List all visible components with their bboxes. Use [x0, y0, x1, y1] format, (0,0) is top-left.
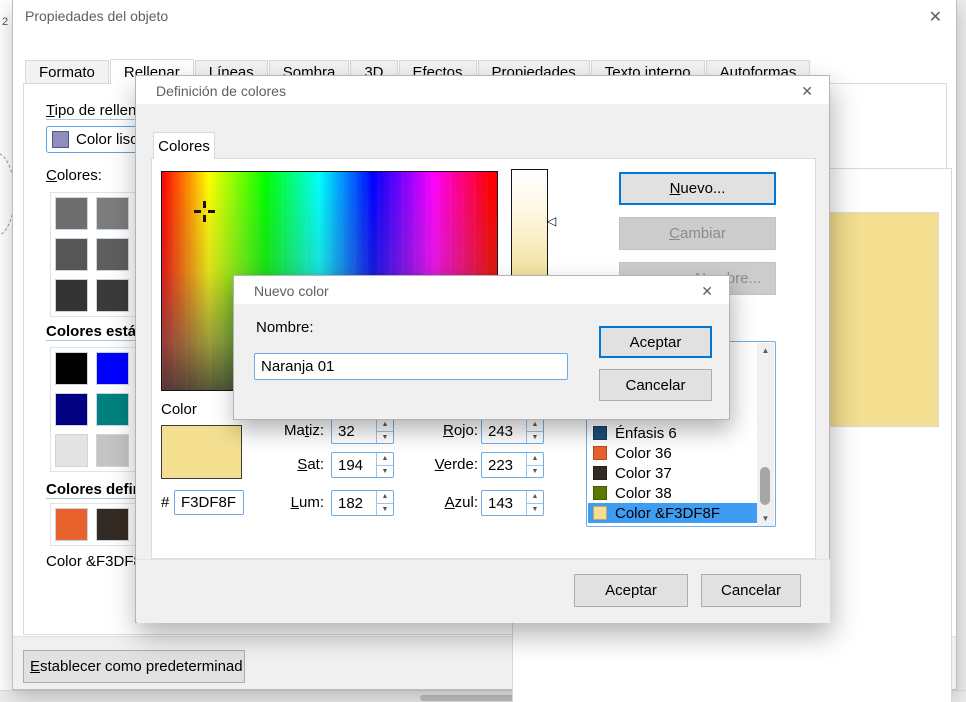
list-scroll-thumb[interactable]: [760, 467, 770, 505]
new-color-dialog: Nuevo color ✕ Nombre: Aceptar Cancelar: [233, 275, 730, 420]
crosshair-marker: [194, 210, 201, 213]
new-color-title: Nuevo color: [254, 283, 329, 299]
color-swatch[interactable]: [96, 393, 129, 426]
rojo-down-button[interactable]: ▼: [527, 432, 543, 444]
close-icon[interactable]: ✕: [801, 83, 813, 100]
azul-spinner[interactable]: 143▲▼: [481, 490, 544, 516]
color-list-item[interactable]: Color 36: [588, 443, 757, 463]
azul-up-button[interactable]: ▲: [527, 491, 543, 504]
lum-value: 182: [332, 491, 376, 515]
color-list-item[interactable]: Énfasis 6: [588, 423, 757, 443]
tab-colores[interactable]: Colores: [153, 132, 215, 159]
color-swatch[interactable]: [55, 393, 88, 426]
luminance-slider-icon[interactable]: ◁: [547, 215, 556, 227]
crosshair-marker: [208, 210, 215, 213]
color-name-input[interactable]: [254, 353, 568, 380]
properties-dialog-title: Propiedades del objeto: [25, 8, 168, 24]
list-item-color-swatch: [593, 446, 607, 460]
close-icon[interactable]: ✕: [701, 283, 713, 300]
sat-label: Sat:: [226, 456, 324, 473]
verde-spinner[interactable]: 223▲▼: [481, 452, 544, 478]
azul-label: Azul:: [376, 494, 478, 511]
verde-value: 223: [482, 453, 526, 477]
color-list-item[interactable]: Color 38: [588, 483, 757, 503]
ruler-label: 2: [2, 16, 8, 28]
hex-prefix: #: [161, 494, 169, 511]
fill-type-color-swatch: [52, 131, 69, 148]
verde-up-button[interactable]: ▲: [527, 453, 543, 466]
list-item-color-swatch: [593, 426, 607, 440]
list-item-label: Color 38: [615, 485, 672, 502]
list-item-color-swatch: [593, 506, 607, 520]
colors-label: Colores:: [46, 167, 102, 184]
color-swatch[interactable]: [55, 238, 88, 271]
list-item-label: Color 37: [615, 465, 672, 482]
list-item-label: Color 36: [615, 445, 672, 462]
verde-label: Verde:: [376, 456, 478, 473]
color-definition-cancel-button[interactable]: Cancelar: [701, 574, 801, 607]
color-swatch[interactable]: [55, 508, 88, 541]
color-definition-title: Definición de colores: [156, 83, 286, 99]
lum-label: Lum:: [226, 494, 324, 511]
color-swatch[interactable]: [96, 508, 129, 541]
set-default-button[interactable]: Establecer como predeterminad: [23, 650, 245, 683]
matiz-label: Matiz:: [226, 422, 324, 439]
new-color-cancel-button[interactable]: Cancelar: [599, 369, 712, 401]
color-swatch[interactable]: [96, 279, 129, 312]
crosshair-marker: [203, 215, 206, 222]
color-list-item[interactable]: Color &F3DF8F: [588, 503, 757, 523]
color-label: Color: [161, 401, 197, 418]
verde-down-button[interactable]: ▼: [527, 466, 543, 478]
name-label: Nombre:: [256, 319, 314, 336]
color-swatch[interactable]: [96, 352, 129, 385]
list-item-color-swatch: [593, 486, 607, 500]
rojo-up-button[interactable]: ▲: [527, 419, 543, 432]
color-list-item[interactable]: Color 37: [588, 463, 757, 483]
fill-type-value: Color liso: [76, 131, 139, 148]
list-scrollbar[interactable]: ▲ ▼: [757, 343, 774, 526]
new-color-ok-button[interactable]: Aceptar: [599, 326, 712, 358]
rojo-spinner[interactable]: 243▲▼: [481, 418, 544, 444]
scroll-up-icon[interactable]: ▲: [757, 343, 774, 358]
color-swatch[interactable]: [55, 197, 88, 230]
color-definition-ok-button[interactable]: Aceptar: [574, 574, 688, 607]
color-swatch[interactable]: [55, 352, 88, 385]
color-swatch[interactable]: [55, 279, 88, 312]
color-swatch[interactable]: [96, 238, 129, 271]
background-canvas: 2: [0, 0, 12, 690]
tab-formato[interactable]: Formato: [25, 60, 109, 84]
list-item-label: Color &F3DF8F: [615, 505, 720, 522]
list-item-color-swatch: [593, 466, 607, 480]
color-swatch[interactable]: [96, 434, 129, 467]
color-swatch[interactable]: [55, 434, 88, 467]
crosshair-marker: [203, 201, 206, 208]
rojo-value: 243: [482, 419, 526, 443]
new-color-button[interactable]: Nuevo...: [619, 172, 776, 205]
matiz-value: 32: [332, 419, 376, 443]
list-item-label: Énfasis 6: [615, 425, 677, 442]
close-icon[interactable]: ✕: [929, 7, 942, 27]
fill-type-label: Tipo de relleno: [46, 102, 145, 119]
azul-down-button[interactable]: ▼: [527, 504, 543, 516]
scroll-down-icon[interactable]: ▼: [757, 511, 774, 526]
change-color-button[interactable]: Cambiar: [619, 217, 776, 250]
color-swatch[interactable]: [96, 197, 129, 230]
rojo-label: Rojo:: [376, 422, 478, 439]
azul-value: 143: [482, 491, 526, 515]
sat-value: 194: [332, 453, 376, 477]
